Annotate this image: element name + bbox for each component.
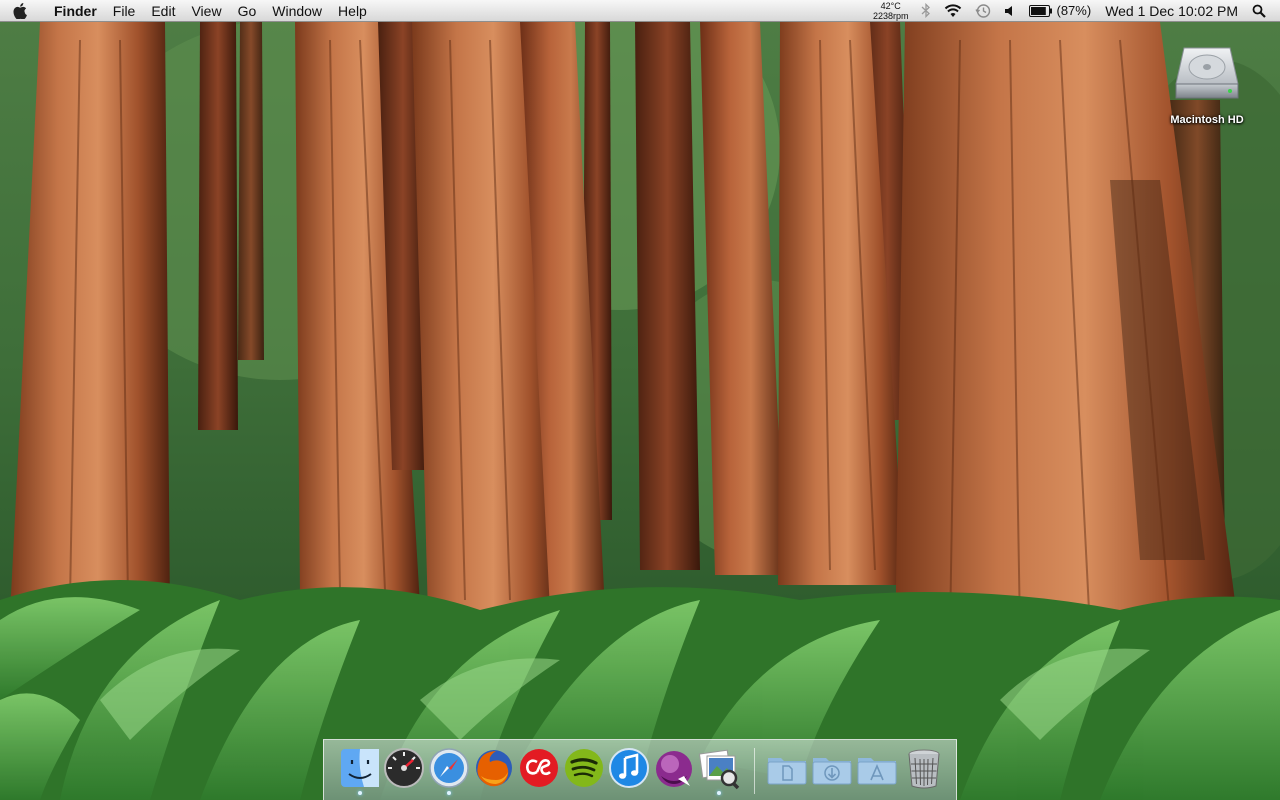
finder-icon (341, 749, 379, 787)
menu-app-finder[interactable]: Finder (40, 0, 105, 22)
menu-view[interactable]: View (183, 0, 229, 22)
desktop-icon-macintosh-hd[interactable]: Macintosh HD (1160, 40, 1254, 126)
dock-item-dashboard[interactable] (382, 746, 426, 790)
documents-folder-icon (767, 758, 807, 785)
apple-menu-icon[interactable] (0, 0, 40, 22)
dock-item-growl[interactable] (652, 746, 696, 790)
battery-percent: (87%) (1056, 3, 1092, 18)
dock-item-lastfm[interactable] (517, 746, 561, 790)
desktop-icon-label: Macintosh HD (1170, 114, 1244, 126)
dock-stack-documents[interactable] (765, 746, 809, 790)
temperature-readout: 42°C (880, 0, 901, 11)
menu-go[interactable]: Go (230, 0, 265, 22)
applications-folder-icon (857, 758, 897, 785)
dock-item-safari[interactable] (427, 746, 471, 790)
spotlight-search-icon[interactable] (1246, 0, 1272, 22)
battery-icon (1028, 4, 1052, 17)
dock-item-itunes[interactable] (607, 746, 651, 790)
dock-stack-applications[interactable] (855, 746, 899, 790)
spotify-icon (565, 749, 603, 787)
desktop-wallpaper (0, 0, 1280, 800)
wifi-icon[interactable] (937, 0, 969, 22)
volume-icon[interactable] (997, 0, 1023, 22)
menu-bar: Finder File Edit View Go Window Help 42°… (0, 0, 1280, 22)
dock-item-firefox[interactable] (472, 746, 516, 790)
dock-item-preview[interactable] (697, 746, 741, 790)
growl-icon (656, 751, 692, 787)
dock-item-trash[interactable] (902, 746, 946, 790)
running-indicator (447, 791, 451, 795)
preview-icon (698, 749, 740, 790)
dock (323, 739, 957, 800)
menubar-clock[interactable]: Wed 1 Dec 10:02 PM (1097, 3, 1246, 19)
dock-item-finder[interactable] (338, 746, 382, 790)
menu-window[interactable]: Window (264, 0, 330, 22)
firefox-icon (476, 750, 512, 787)
safari-icon (429, 748, 469, 788)
battery-status[interactable]: (87%) (1023, 0, 1098, 22)
dock-stack-downloads[interactable] (810, 746, 854, 790)
dock-item-spotify[interactable] (562, 746, 606, 790)
lastfm-icon (520, 749, 558, 787)
trash-icon (908, 749, 940, 789)
dashboard-icon (384, 748, 424, 788)
system-monitor-readout[interactable]: 42°C 2238rpm (867, 1, 915, 21)
fan-speed-readout: 2238rpm (872, 10, 909, 21)
dock-separator (754, 748, 755, 794)
menu-help[interactable]: Help (330, 0, 375, 22)
hard-drive-icon (1175, 47, 1239, 99)
downloads-folder-icon (812, 758, 852, 785)
time-machine-icon[interactable] (969, 0, 997, 22)
menu-edit[interactable]: Edit (143, 0, 183, 22)
bluetooth-icon[interactable] (915, 0, 937, 22)
running-indicator (717, 791, 721, 795)
running-indicator (358, 791, 362, 795)
menu-file[interactable]: File (105, 0, 144, 22)
itunes-icon (609, 748, 649, 788)
